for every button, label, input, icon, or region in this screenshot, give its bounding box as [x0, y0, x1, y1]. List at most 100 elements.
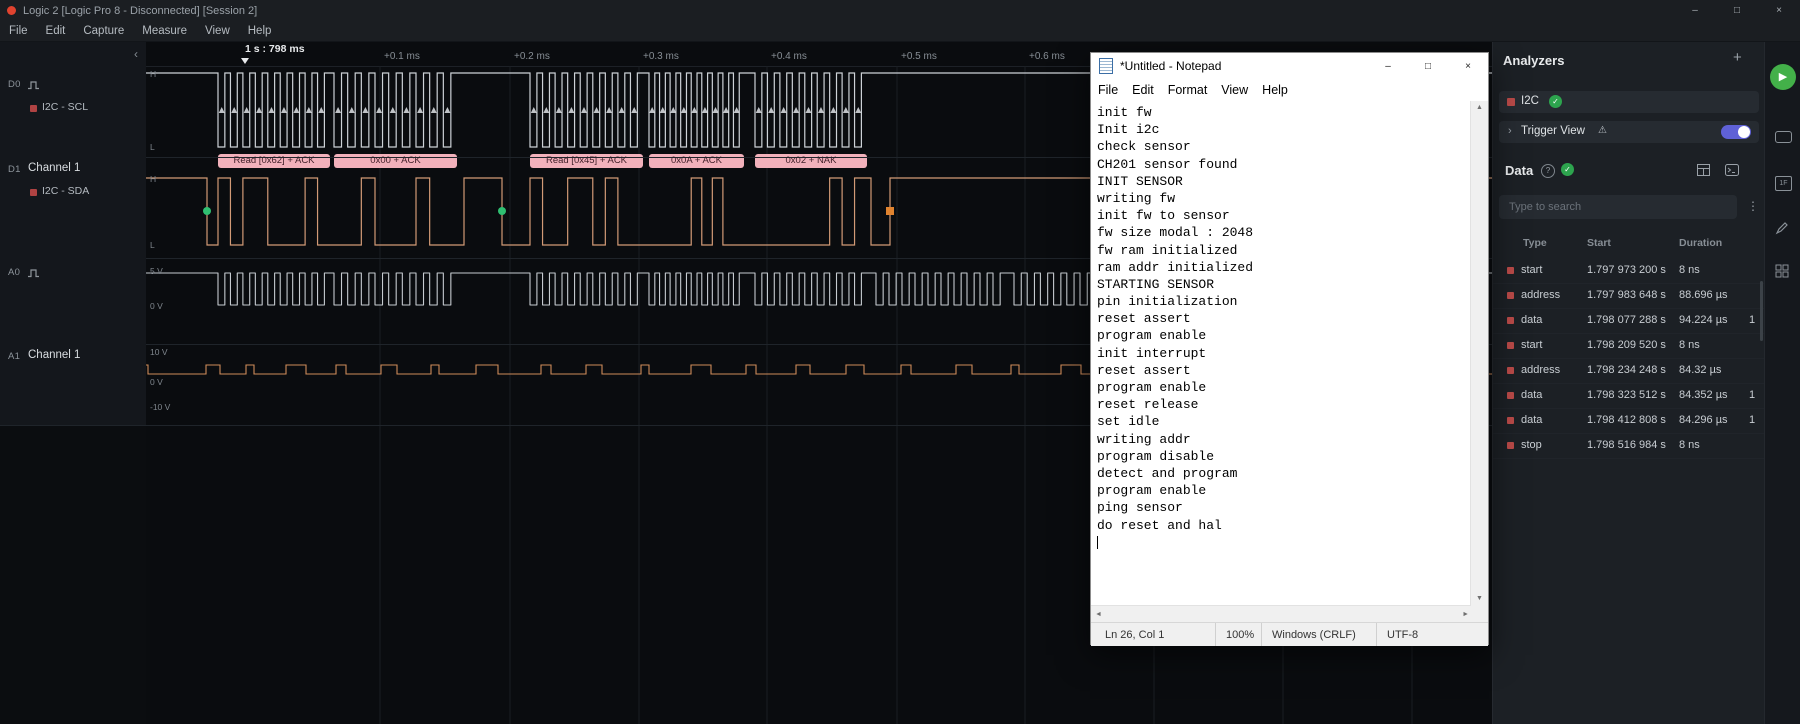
- timeline-tick: +0.6 ms: [1029, 51, 1065, 62]
- table-row[interactable]: address 1.798 234 248 s 84.32 µs: [1493, 359, 1765, 384]
- device-icon[interactable]: [1775, 131, 1792, 143]
- menu-item-file[interactable]: File: [0, 21, 37, 41]
- timeline-marker-icon[interactable]: [241, 58, 249, 64]
- channel-a1-name[interactable]: Channel 1: [28, 349, 80, 361]
- edge-marker-icon: [780, 107, 787, 113]
- column-header-duration[interactable]: Duration: [1679, 237, 1722, 249]
- notepad-text-area[interactable]: init fw Init i2c check sensor CH201 sensor …: [1091, 101, 1472, 605]
- analyzer-color-swatch: [30, 189, 37, 196]
- edge-marker-icon: [842, 107, 849, 113]
- channel-d0-analyzer-label[interactable]: I2C - SCL: [42, 101, 88, 113]
- table-row[interactable]: address 1.797 983 648 s 88.696 µs: [1493, 284, 1765, 309]
- close-button[interactable]: ×: [1758, 0, 1800, 21]
- table-row[interactable]: data 1.798 077 288 s 94.224 µs 1: [1493, 309, 1765, 334]
- row-duration: 8 ns: [1679, 439, 1700, 451]
- notepad-vertical-scrollbar[interactable]: ▲ ▼: [1470, 101, 1488, 605]
- scroll-down-icon[interactable]: ▼: [1476, 595, 1483, 602]
- data-ok-icon: ✓: [1561, 163, 1574, 176]
- notepad-horizontal-scrollbar[interactable]: ◄ ►: [1091, 605, 1473, 623]
- channel-d1-analyzer-label[interactable]: I2C - SDA: [42, 185, 89, 197]
- data-options-icon[interactable]: ⋮: [1747, 199, 1759, 213]
- a1-voltage-label: 0 V: [150, 377, 163, 387]
- notepad-minimize-button[interactable]: –: [1368, 53, 1408, 79]
- row-type-bullet-icon: [1507, 442, 1514, 449]
- app-root: Logic 2 [Logic Pro 8 - Disconnected] [Se…: [0, 0, 1800, 724]
- table-row[interactable]: start 1.797 973 200 s 8 ns: [1493, 259, 1765, 284]
- edge-marker-icon: [417, 107, 424, 113]
- notepad-line: init fw to sensor: [1097, 208, 1230, 224]
- edge-marker-icon: [335, 107, 342, 113]
- edge-marker-icon: [305, 107, 312, 113]
- edge-marker-icon: [855, 107, 862, 113]
- scroll-left-icon[interactable]: ◄: [1095, 611, 1102, 618]
- annotation-pencil-icon[interactable]: [1775, 221, 1789, 235]
- row-type: data: [1521, 314, 1543, 326]
- notepad-line: set idle: [1097, 414, 1160, 430]
- app-logo-icon: [7, 6, 16, 15]
- column-header-type[interactable]: Type: [1523, 237, 1547, 249]
- start-capture-button[interactable]: ▶: [1770, 64, 1796, 90]
- scroll-right-icon[interactable]: ►: [1462, 611, 1469, 618]
- channel-d0-id[interactable]: D0: [8, 79, 21, 90]
- table-row[interactable]: start 1.798 209 520 s 8 ns: [1493, 334, 1765, 359]
- notepad-titlebar[interactable]: *Untitled - Notepad – □ ×: [1091, 53, 1488, 79]
- table-row[interactable]: data 1.798 412 808 s 84.296 µs 1: [1493, 409, 1765, 434]
- channel-d1-id[interactable]: D1: [8, 164, 21, 175]
- a0-voltage-label: 5 V: [150, 266, 163, 276]
- trigger-view-toggle[interactable]: [1721, 125, 1751, 139]
- data-search-input[interactable]: [1499, 195, 1737, 219]
- notepad-menu-item-edit[interactable]: Edit: [1125, 79, 1161, 101]
- row-type: stop: [1521, 439, 1542, 451]
- protocol-chip-icon[interactable]: 1F: [1775, 176, 1792, 191]
- menu-item-view[interactable]: View: [196, 21, 239, 41]
- notepad-window: *Untitled - Notepad – □ × File Edit Format…: [1090, 52, 1489, 646]
- notepad-maximize-button[interactable]: □: [1408, 53, 1448, 79]
- notepad-window-controls: – □ ×: [1368, 53, 1488, 79]
- trigger-view-row[interactable]: › Trigger View ⚠: [1499, 121, 1759, 143]
- row-type-bullet-icon: [1507, 267, 1514, 274]
- menu-item-edit[interactable]: Edit: [37, 21, 75, 41]
- terminal-view-icon[interactable]: [1725, 164, 1739, 176]
- notepad-menu-item-file[interactable]: File: [1091, 79, 1125, 101]
- chevron-right-icon[interactable]: ›: [1508, 125, 1512, 137]
- text-caret: [1097, 535, 1098, 549]
- panel-scrollbar[interactable]: [1760, 281, 1763, 341]
- row-type: start: [1521, 264, 1543, 276]
- channel-a1-id[interactable]: A1: [8, 351, 20, 362]
- notepad-menu-item-format[interactable]: Format: [1161, 79, 1215, 101]
- scrollbar-corner: [1471, 605, 1488, 622]
- rising-edge-trigger-icon[interactable]: [28, 269, 40, 278]
- analyzers-title: Analyzers: [1503, 53, 1565, 68]
- table-row[interactable]: stop 1.798 516 984 s 8 ns: [1493, 434, 1765, 459]
- status-encoding: UTF-8: [1376, 623, 1489, 646]
- table-view-icon[interactable]: [1697, 164, 1710, 176]
- notepad-app-icon: [1099, 58, 1113, 74]
- add-analyzer-button[interactable]: +: [1733, 49, 1742, 66]
- row-type: data: [1521, 414, 1543, 426]
- status-zoom-level: 100%: [1215, 623, 1261, 646]
- edge-marker-icon: [362, 107, 369, 113]
- channel-d1-name[interactable]: Channel 1: [28, 162, 80, 174]
- minimize-button[interactable]: –: [1674, 0, 1716, 21]
- row-type: address: [1521, 289, 1561, 301]
- menu-item-help[interactable]: Help: [239, 21, 281, 41]
- column-header-start[interactable]: Start: [1587, 237, 1611, 249]
- menu-item-capture[interactable]: Capture: [74, 21, 133, 41]
- i2c-restart-marker: [498, 207, 506, 215]
- help-icon[interactable]: ?: [1541, 164, 1555, 178]
- layout-grid-icon[interactable]: [1775, 264, 1789, 278]
- sidebar-collapse-button[interactable]: ‹: [134, 47, 138, 61]
- menu-item-measure[interactable]: Measure: [133, 21, 196, 41]
- notepad-menubar: File Edit Format View Help: [1091, 79, 1488, 102]
- scroll-up-icon[interactable]: ▲: [1476, 104, 1483, 111]
- maximize-button[interactable]: □: [1716, 0, 1758, 21]
- notepad-close-button[interactable]: ×: [1448, 53, 1488, 79]
- table-row[interactable]: data 1.798 323 512 s 84.352 µs 1: [1493, 384, 1765, 409]
- channel-a0-id[interactable]: A0: [8, 267, 20, 278]
- analyzer-item-i2c[interactable]: I2C ✓: [1499, 91, 1759, 113]
- notepad-menu-item-view[interactable]: View: [1214, 79, 1255, 101]
- rising-edge-trigger-icon[interactable]: [28, 81, 40, 90]
- notepad-line: INIT SENSOR: [1097, 173, 1183, 189]
- notepad-menu-item-help[interactable]: Help: [1255, 79, 1295, 101]
- analyzer-ok-icon: ✓: [1549, 95, 1562, 108]
